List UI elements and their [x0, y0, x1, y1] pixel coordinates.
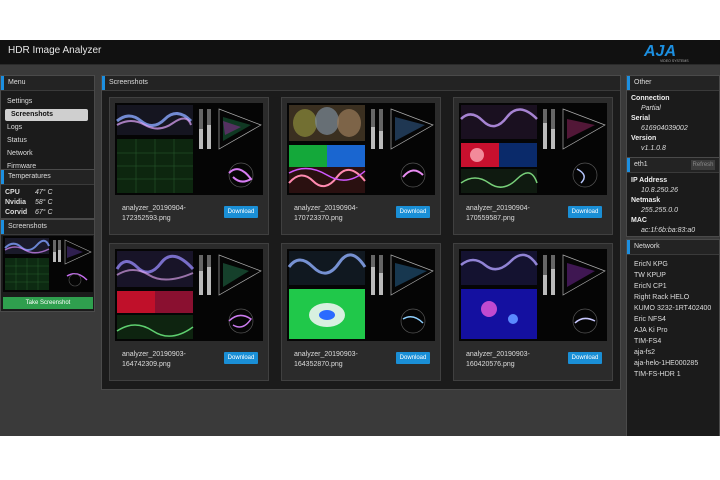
nav-status[interactable]: Status	[1, 135, 94, 147]
nav-settings[interactable]: Settings	[1, 96, 94, 108]
live-preview-thumbnail	[3, 236, 93, 292]
temp-value: 67° C	[35, 209, 53, 216]
nav-logs[interactable]: Logs	[1, 122, 94, 134]
screenshot-filename: analyzer_20190903- 160420576.png	[466, 350, 556, 370]
network-device-item[interactable]: TIM-FS4	[627, 337, 719, 347]
connection-label: Connection	[631, 95, 670, 102]
temp-value: 58° C	[35, 199, 53, 206]
screenshot-filename: analyzer_20190904- 170723370.png	[294, 204, 384, 224]
filename-line-2: 164742309.png	[122, 361, 171, 368]
network-device-item[interactable]: TW KPUP	[627, 271, 719, 281]
network-device-item[interactable]: KUMO 3232-1RT402400	[627, 304, 719, 314]
screenshot-card: analyzer_20190904- 170559587.png Downloa…	[453, 97, 613, 235]
temp-row-cpu: CPU 47° C	[1, 188, 94, 198]
screenshot-filename: analyzer_20190904- 172352593.png	[122, 204, 212, 224]
refresh-button[interactable]: Refresh	[691, 160, 715, 170]
filename-line-2: 164352870.png	[294, 361, 343, 368]
temp-value: 47° C	[35, 189, 53, 196]
temp-row-corvid: Corvid 67° C	[1, 208, 94, 218]
screenshots-main-header: Screenshots	[102, 76, 620, 91]
top-bar: HDR Image Analyzer AJA VIDEO SYSTEMS	[0, 40, 720, 65]
network-device-item[interactable]: EricN KPG	[627, 260, 719, 270]
nav-screenshots[interactable]: Screenshots	[5, 109, 88, 121]
app-window: HDR Image Analyzer AJA VIDEO SYSTEMS Men…	[0, 40, 720, 436]
network-device-item[interactable]: aja-helo-1HE000285	[627, 359, 719, 369]
screenshot-thumbnail[interactable]	[287, 249, 435, 341]
screenshot-card: analyzer_20190904- 170723370.png Downloa…	[281, 97, 441, 235]
network-device-item[interactable]: AJA Ki Pro	[627, 326, 719, 336]
temperatures-panel: Temperatures CPU 47° C Nvidia 58° C Corv…	[0, 169, 95, 219]
filename-line-1: analyzer_20190904-	[122, 205, 186, 212]
network-device-item[interactable]: aja-fs2	[627, 348, 719, 358]
filename-line-1: analyzer_20190904-	[294, 205, 358, 212]
network-device-item[interactable]: EricN CP1	[627, 282, 719, 292]
screenshot-card: analyzer_20190904- 172352593.png Downloa…	[109, 97, 269, 235]
eth-header-label: eth1	[634, 161, 648, 168]
network-device-item[interactable]: TIM-FS-HDR 1	[627, 370, 719, 380]
netmask-value: 255.255.0.0	[641, 207, 678, 214]
netmask-label: Netmask	[631, 197, 661, 204]
nav-network[interactable]: Network	[1, 148, 94, 160]
screenshot-filename: analyzer_20190903- 164742309.png	[122, 350, 212, 370]
temp-label: Nvidia	[5, 199, 27, 206]
logo-subtext: VIDEO SYSTEMS	[660, 59, 689, 63]
serial-label: Serial	[631, 115, 651, 122]
eth-header: eth1 Refresh	[627, 158, 719, 173]
download-button[interactable]: Download	[568, 206, 602, 218]
network-panel: Network EricN KPG TW KPUP EricN CP1 Righ…	[626, 239, 720, 436]
temp-label: CPU	[5, 189, 20, 196]
download-button[interactable]: Download	[396, 352, 430, 364]
screenshot-thumbnail[interactable]	[459, 249, 607, 341]
screenshot-thumbnail[interactable]	[459, 103, 607, 195]
screenshot-filename: analyzer_20190904- 170559587.png	[466, 204, 556, 224]
filename-line-1: analyzer_20190903-	[466, 351, 530, 358]
download-button[interactable]: Download	[224, 206, 258, 218]
screenshots-side-panel: Screenshots Take Screenshot	[0, 219, 95, 312]
mac-value: ac:1f:6b:ba:83:a0	[641, 227, 696, 234]
temperatures-header: Temperatures	[1, 170, 94, 185]
filename-line-1: analyzer_20190903-	[122, 351, 186, 358]
menu-panel: Menu Settings Screenshots Logs Status Ne…	[0, 75, 95, 171]
temp-row-nvidia: Nvidia 58° C	[1, 198, 94, 208]
screenshot-thumbnail[interactable]	[115, 103, 263, 195]
filename-line-2: 160420576.png	[466, 361, 515, 368]
network-device-item[interactable]: Right Rack HELO	[627, 293, 719, 303]
menu-header: Menu	[1, 76, 94, 91]
download-button[interactable]: Download	[224, 352, 258, 364]
logo-text: AJA	[643, 43, 676, 60]
download-button[interactable]: Download	[568, 352, 602, 364]
screenshots-side-header: Screenshots	[1, 220, 94, 235]
ip-label: IP Address	[631, 177, 668, 184]
screenshot-thumbnail[interactable]	[115, 249, 263, 341]
screenshot-filename: analyzer_20190903- 164352870.png	[294, 350, 384, 370]
screenshot-card: analyzer_20190903- 160420576.png Downloa…	[453, 243, 613, 381]
version-label: Version	[631, 135, 657, 142]
mac-label: MAC	[631, 217, 647, 224]
network-device-item[interactable]: Eric NFS4	[627, 315, 719, 325]
screenshot-card: analyzer_20190903- 164742309.png Downloa…	[109, 243, 269, 381]
screenshot-card: analyzer_20190903- 164352870.png Downloa…	[281, 243, 441, 381]
app-title: HDR Image Analyzer	[8, 45, 102, 56]
connection-value: Partial	[641, 105, 661, 112]
network-header: Network	[627, 240, 719, 255]
filename-line-1: analyzer_20190903-	[294, 351, 358, 358]
screenshots-main-panel: Screenshots analyzer_20190904- 172352593…	[101, 75, 621, 390]
screenshot-thumbnail[interactable]	[287, 103, 435, 195]
eth-panel: eth1 Refresh IP Address 10.8.250.26 Netm…	[626, 157, 720, 237]
serial-value: 616904039002	[641, 125, 688, 132]
download-button[interactable]: Download	[396, 206, 430, 218]
aja-logo: AJA VIDEO SYSTEMS	[638, 41, 708, 63]
version-value: v1.1.0.8	[641, 145, 666, 152]
other-panel: Other Connection Partial Serial 61690403…	[626, 75, 720, 158]
filename-line-2: 172352593.png	[122, 215, 171, 222]
filename-line-1: analyzer_20190904-	[466, 205, 530, 212]
filename-line-2: 170559587.png	[466, 215, 515, 222]
ip-value: 10.8.250.26	[641, 187, 678, 194]
other-header: Other	[627, 76, 719, 91]
filename-line-2: 170723370.png	[294, 215, 343, 222]
temp-label: Corvid	[5, 209, 28, 216]
take-screenshot-button[interactable]: Take Screenshot	[3, 297, 93, 309]
